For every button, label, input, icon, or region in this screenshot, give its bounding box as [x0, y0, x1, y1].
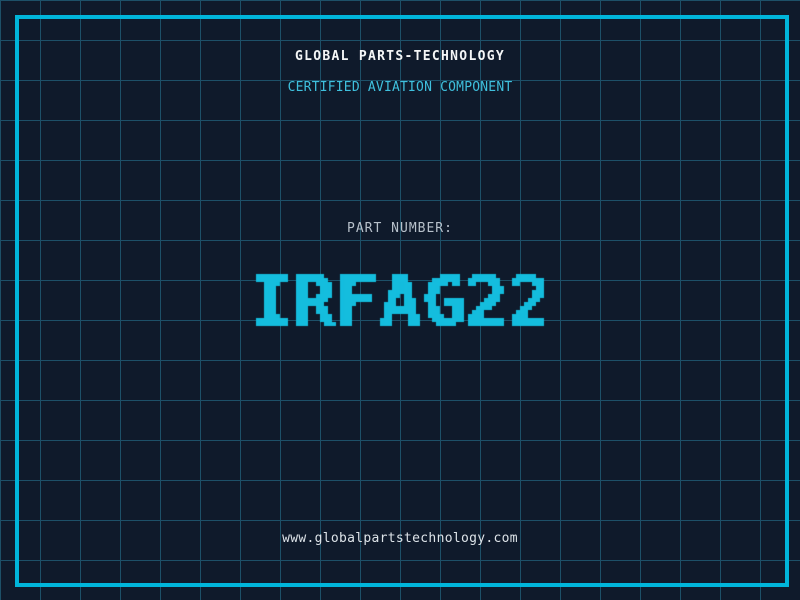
website-url: www.globalpartstechnology.com: [282, 531, 518, 546]
company-title: GLOBAL PARTS-TECHNOLOGY: [295, 49, 505, 64]
certification-subtitle: CERTIFIED AVIATION COMPONENT: [287, 80, 513, 95]
label-background: GLOBAL PARTS-TECHNOLOGY CERTIFIED AVIATI…: [0, 0, 800, 600]
part-number-canvas: [240, 262, 560, 342]
part-number-label: PART NUMBER:: [347, 221, 453, 236]
